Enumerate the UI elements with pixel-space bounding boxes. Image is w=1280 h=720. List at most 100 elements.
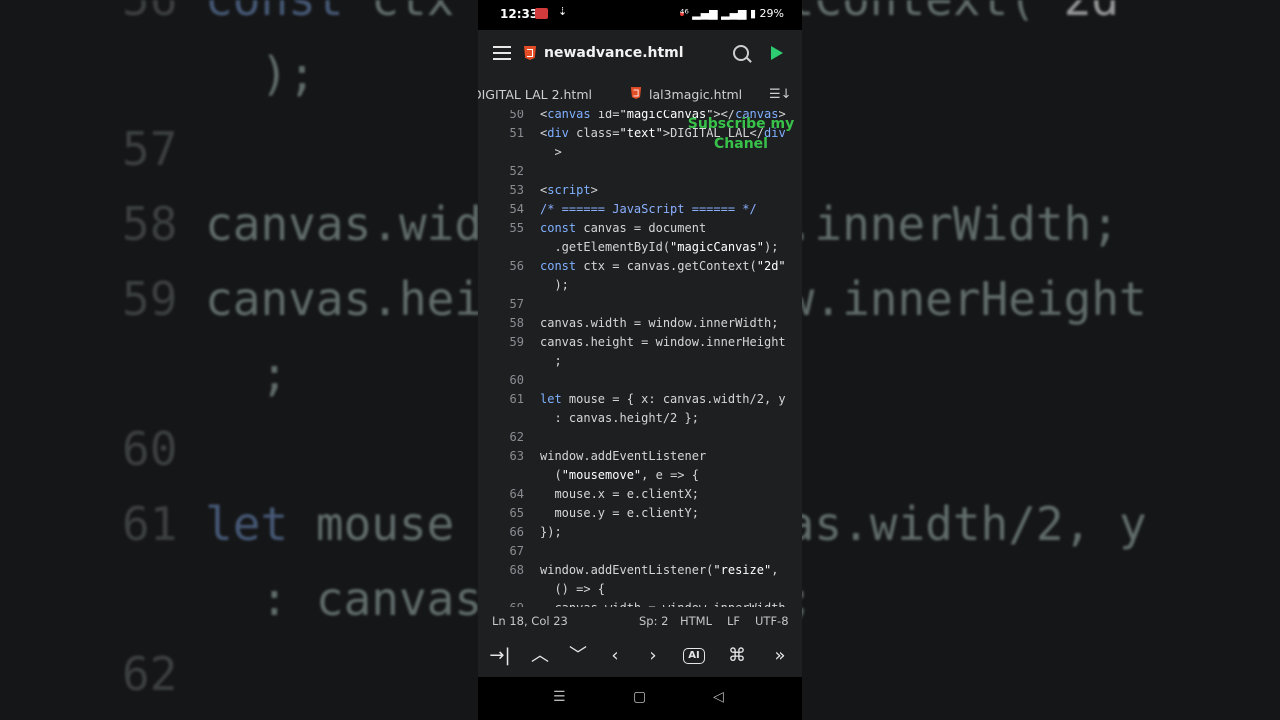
ai-assistant-button[interactable]: AI	[683, 648, 705, 664]
phone-screen: 12:33 ⇣ ⁴⁶ ▂▄▆ ▂▄▆ ▮ 29% newadvance.html…	[478, 0, 802, 720]
file-title: newadvance.html	[544, 45, 684, 61]
hamburger-icon[interactable]	[493, 46, 511, 60]
code-line[interactable]: 53 <script>	[478, 183, 802, 202]
line-number: 62	[509, 430, 524, 444]
code-line[interactable]: 60	[478, 373, 802, 392]
backdrop-line: ;	[205, 347, 289, 401]
editor-info-bar: Ln 18, Col 23 Sp: 2 HTML LF UTF-8	[478, 607, 802, 635]
line-number: 63	[509, 449, 524, 463]
line-code: >	[540, 145, 562, 159]
code-line[interactable]: 54 /* ====== JavaScript ====== */	[478, 202, 802, 221]
code-line[interactable]: 57	[478, 297, 802, 316]
code-line[interactable]: ;	[478, 354, 802, 373]
line-number: 60	[509, 373, 524, 387]
line-number: 56	[509, 259, 524, 273]
line-number: 67	[509, 544, 524, 558]
line-number: 52	[509, 164, 524, 178]
line-code: /* ====== JavaScript ====== */	[540, 202, 757, 216]
line-code: let mouse = { x: canvas.width/2, y	[540, 392, 786, 406]
app-bar: newadvance.html	[478, 30, 802, 78]
line-number: 58	[509, 316, 524, 330]
chevron-down-icon[interactable]: ﹀	[563, 643, 593, 669]
file-tabs: DIGITAL LAL 2.html lal3magic.html ☰↓	[478, 78, 802, 111]
line-number: 65	[509, 506, 524, 520]
language-mode[interactable]: HTML	[680, 614, 712, 628]
line-code: mouse.y = e.clientY;	[540, 506, 699, 520]
backdrop-line: 57	[122, 122, 206, 176]
tab-key-icon[interactable]: →|	[485, 643, 515, 669]
html5-icon	[524, 46, 536, 60]
line-code: : canvas.height/2 };	[540, 411, 699, 425]
code-line[interactable]: 58 canvas.width = window.innerWidth;	[478, 316, 802, 335]
code-line[interactable]: .getElementById("magicCanvas");	[478, 240, 802, 259]
code-line[interactable]: 63 window.addEventListener	[478, 449, 802, 468]
code-line[interactable]: 64 mouse.x = e.clientX;	[478, 487, 802, 506]
backdrop-line: 62	[122, 647, 206, 701]
code-line[interactable]: );	[478, 278, 802, 297]
code-line[interactable]: 62	[478, 430, 802, 449]
indent-setting[interactable]: Sp: 2	[639, 614, 668, 628]
sort-icon[interactable]: ☰↓	[769, 87, 792, 102]
recent-apps-icon[interactable]: ☰	[553, 689, 566, 705]
encoding[interactable]: UTF-8	[755, 614, 789, 628]
overlay-line-1: Subscribe my	[687, 116, 795, 132]
tab-lal3magic[interactable]: lal3magic.html	[649, 87, 742, 102]
code-line[interactable]: : canvas.height/2 };	[478, 411, 802, 430]
signal-icon: ⁴⁶ ▂▄▆ ▂▄▆ ▮	[679, 7, 757, 20]
code-line[interactable]: 67	[478, 544, 802, 563]
code-line[interactable]: () => {	[478, 582, 802, 601]
tab-digital-lal-2[interactable]: DIGITAL LAL 2.html	[478, 87, 592, 102]
chevron-right-icon[interactable]: ›	[638, 643, 668, 669]
line-code: window.addEventListener	[540, 449, 707, 463]
code-line[interactable]: 68 window.addEventListener("resize",	[478, 563, 802, 582]
chevron-left-icon[interactable]: ‹	[600, 643, 630, 669]
line-number: 68	[509, 563, 524, 577]
line-number: 55	[509, 221, 524, 235]
code-line[interactable]: 65 mouse.y = e.clientY;	[478, 506, 802, 525]
code-editor[interactable]: 50 <canvas id="magicCanvas"></canvas> 51 <d…	[478, 110, 802, 607]
status-bar: 12:33 ⇣ ⁴⁶ ▂▄▆ ▂▄▆ ▮ 29%	[478, 0, 802, 30]
screen-record-icon	[535, 8, 548, 19]
cursor-position[interactable]: Ln 18, Col 23	[492, 614, 568, 628]
overlay-line-2: Chanel	[714, 136, 768, 152]
line-number: 64	[509, 487, 524, 501]
play-icon[interactable]	[771, 46, 783, 60]
code-line[interactable]: 66});	[478, 525, 802, 544]
home-icon[interactable]: ▢	[633, 689, 646, 705]
line-code: .getElementById("magicCanvas");	[540, 240, 779, 254]
line-number: 53	[509, 183, 524, 197]
code-line[interactable]: ("mousemove", e => {	[478, 468, 802, 487]
search-icon[interactable]	[733, 45, 749, 61]
line-number: 54	[509, 202, 524, 216]
code-line[interactable]: 61 let mouse = { x: canvas.width/2, y	[478, 392, 802, 411]
code-line[interactable]: 56 const ctx = canvas.getContext("2d"	[478, 259, 802, 278]
line-ending[interactable]: LF	[727, 614, 740, 628]
battery-percent: 29%	[759, 7, 784, 20]
code-line[interactable]: 55 const canvas = document	[478, 221, 802, 240]
code-line[interactable]: 52	[478, 164, 802, 183]
line-code: canvas.height = window.innerHeight	[540, 335, 786, 349]
html5-icon	[630, 87, 642, 99]
back-icon[interactable]: ◁	[713, 689, 724, 705]
line-number: 57	[509, 297, 524, 311]
line-code: const canvas = document	[540, 221, 707, 235]
line-code: () => {	[540, 582, 606, 596]
line-code: ("mousemove", e => {	[540, 468, 699, 482]
double-chevron-right-icon[interactable]: »	[765, 643, 795, 669]
status-time: 12:33	[500, 7, 539, 21]
backdrop-line: );	[205, 47, 316, 101]
subscribe-overlay: Subscribe my Chanel	[681, 114, 801, 154]
line-code: const ctx = canvas.getContext("2d"	[540, 259, 786, 273]
code-line[interactable]: 59 canvas.height = window.innerHeight	[478, 335, 802, 354]
line-code: <script>	[540, 183, 598, 197]
chevron-up-icon[interactable]: ︿	[525, 643, 555, 669]
download-icon: ⇣	[558, 5, 568, 18]
status-right-indicators: ⁴⁶ ▂▄▆ ▂▄▆ ▮ 29%	[680, 7, 784, 20]
line-number: 50	[509, 110, 524, 121]
line-number: 51	[509, 126, 524, 140]
line-code: });	[540, 525, 562, 539]
backdrop-line: 60	[122, 422, 206, 476]
line-number: 66	[509, 525, 524, 539]
command-icon[interactable]: ⌘	[722, 643, 752, 669]
editor-toolbar: →| ︿ ﹀ ‹ › AI ⌘ »	[478, 635, 802, 677]
